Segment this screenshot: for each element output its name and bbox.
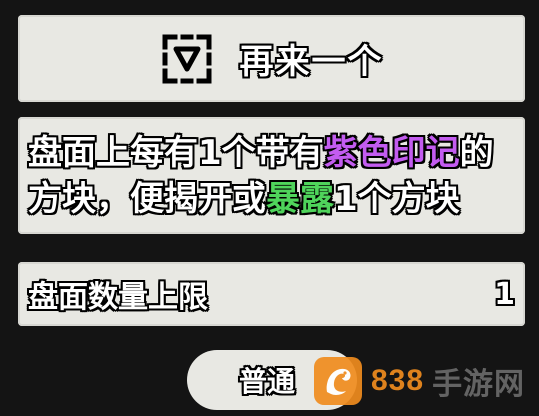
retry-button[interactable]: 再来一个: [18, 15, 525, 102]
watermark-number: 838: [371, 364, 425, 397]
board-limit-label: 盘面数量上限: [28, 280, 208, 315]
dashed-triangle-icon: [160, 32, 214, 86]
dragon-logo: [314, 357, 362, 405]
difficulty-label: 普通: [239, 365, 296, 398]
description-text: 方块，便揭开或: [28, 178, 266, 219]
description-text: 的: [459, 132, 494, 173]
retry-button-label: 再来一个: [239, 42, 384, 82]
purple-mark-keyword: 紫色印记: [323, 132, 460, 173]
watermark-text: 手游网: [432, 367, 526, 402]
board-limit-panel: 盘面数量上限 1: [18, 262, 525, 326]
effect-description-panel: 盘面上每有1个带有紫色印记的 方块，便揭开或暴露1个方块: [18, 117, 525, 234]
description-text: 1个方块: [334, 178, 460, 219]
description-text: 盘面上每有1个带有: [28, 132, 324, 173]
description-line-1: 盘面上每有1个带有紫色印记的: [28, 130, 525, 176]
board-limit-value: 1: [494, 276, 515, 312]
expose-keyword: 暴露: [266, 178, 334, 219]
description-line-2: 方块，便揭开或暴露1个方块: [28, 176, 525, 222]
site-watermark: 838 手游网: [313, 352, 525, 410]
